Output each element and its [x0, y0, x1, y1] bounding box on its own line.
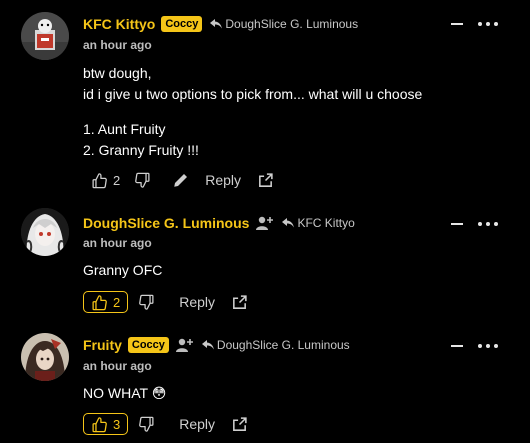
reply-arrow-icon: [201, 340, 214, 350]
reply-to[interactable]: KFC Kittyo: [282, 216, 355, 230]
comment-body: btw dough, id i give u two options to pi…: [83, 63, 422, 161]
thumbs-down-icon: [139, 294, 154, 310]
user-badge: Coccy: [127, 337, 169, 353]
share-button[interactable]: [231, 294, 248, 311]
share-icon: [233, 416, 247, 431]
share-icon: [259, 172, 273, 187]
avatar[interactable]: [21, 12, 69, 60]
like-count: 2: [113, 294, 121, 310]
dislike-button[interactable]: [138, 294, 155, 311]
thumbs-down-icon: [139, 416, 154, 432]
add-user-icon[interactable]: [256, 215, 274, 231]
comment-actions: 3 Reply: [83, 412, 248, 436]
pencil-icon: [174, 174, 188, 187]
reply-button[interactable]: Reply: [179, 416, 215, 432]
comment-body: NO WHAT 😳: [83, 383, 166, 404]
comment-actions: 2 Reply: [83, 168, 274, 192]
username[interactable]: KFC Kittyo: [83, 16, 155, 32]
share-icon: [233, 294, 247, 309]
more-icon[interactable]: [478, 344, 498, 348]
username[interactable]: DoughSlice G. Luminous: [83, 215, 249, 231]
comment-line: btw dough,: [83, 65, 152, 81]
share-button[interactable]: [257, 172, 274, 189]
timestamp: an hour ago: [83, 236, 152, 250]
timestamp: an hour ago: [83, 359, 152, 373]
comment-header: KFC Kittyo Coccy DoughSlice G. Luminous: [83, 14, 358, 34]
avatar[interactable]: [21, 333, 69, 381]
more-icon[interactable]: [478, 222, 498, 226]
like-button[interactable]: 2: [83, 169, 120, 191]
timestamp: an hour ago: [83, 38, 152, 52]
minus-icon[interactable]: [451, 345, 463, 347]
like-button[interactable]: 2: [83, 291, 129, 313]
thumbs-up-icon: [92, 416, 107, 432]
comment-line: Granny OFC: [83, 262, 163, 278]
minus-icon[interactable]: [451, 23, 463, 25]
reply-to[interactable]: DoughSlice G. Luminous: [201, 338, 350, 352]
thumbs-up-icon: [92, 294, 107, 310]
comment-header: Fruity Coccy DoughSlice G. Luminous: [83, 335, 350, 355]
reply-arrow-icon: [282, 218, 295, 228]
comment-line: [83, 105, 422, 119]
edit-button[interactable]: [172, 171, 190, 189]
comment-line: 1. Aunt Fruity: [83, 121, 166, 137]
user-badge: Coccy: [161, 16, 203, 32]
like-count: 2: [113, 172, 121, 188]
avatar[interactable]: [21, 208, 69, 256]
comment-body: Granny OFC: [83, 260, 162, 281]
reply-button[interactable]: Reply: [205, 172, 241, 188]
reply-to-name: KFC Kittyo: [297, 216, 355, 230]
thumbs-down-icon: [135, 172, 150, 188]
comment-line: id i give u two options to pick from... …: [83, 86, 423, 102]
reply-button[interactable]: Reply: [179, 294, 215, 310]
comment-line: NO WHAT 😳: [83, 385, 167, 401]
more-icon[interactable]: [478, 22, 498, 26]
reply-to-name: DoughSlice G. Luminous: [216, 338, 350, 352]
dislike-button[interactable]: [134, 172, 151, 189]
reply-arrow-icon: [210, 19, 223, 29]
add-user-icon[interactable]: [175, 337, 194, 353]
reply-to-name: DoughSlice G. Luminous: [225, 17, 359, 31]
comment-line: 2. Granny Fruity !!!: [83, 142, 199, 158]
minus-icon[interactable]: [451, 223, 463, 225]
reply-to[interactable]: DoughSlice G. Luminous: [210, 17, 358, 31]
dislike-button[interactable]: [138, 416, 155, 433]
thumbs-up-icon: [92, 172, 107, 188]
comment-header: DoughSlice G. Luminous KFC Kittyo: [83, 213, 355, 233]
like-button[interactable]: 3: [83, 413, 129, 435]
like-count: 3: [113, 416, 121, 432]
comment-actions: 2 Reply: [83, 290, 248, 314]
share-button[interactable]: [231, 416, 248, 433]
username[interactable]: Fruity: [83, 337, 122, 353]
